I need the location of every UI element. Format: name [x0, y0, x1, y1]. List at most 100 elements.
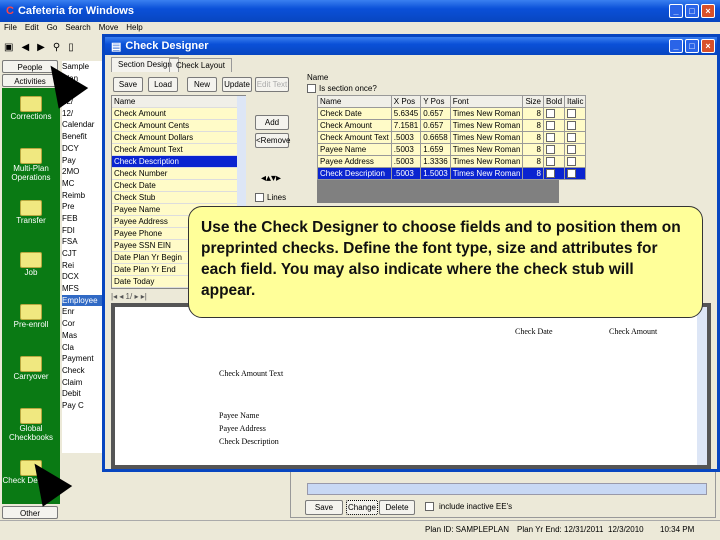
field-list-item[interactable]: Check Description [112, 156, 245, 168]
table-cell[interactable]: Times New Roman [449, 131, 524, 144]
tree-node[interactable]: Calendar [62, 119, 104, 131]
change-button[interactable]: Change [346, 500, 378, 515]
bold-checkbox[interactable] [542, 143, 566, 156]
other-button[interactable]: Other [2, 506, 58, 519]
open-icon[interactable]: ▣ [4, 42, 13, 53]
tree-node[interactable]: Benefit [62, 131, 104, 143]
table-row[interactable]: Check Description .5003 1.5003 Times New Ro… [317, 167, 587, 180]
tree-node[interactable]: Claim [62, 377, 104, 389]
table-cell[interactable]: 8 [522, 131, 544, 144]
tree-node[interactable]: MFS [62, 283, 104, 295]
tree-node[interactable]: DCY [62, 143, 104, 155]
table-cell[interactable]: .5003 [390, 167, 422, 180]
field-list-item[interactable]: Check Amount [112, 108, 245, 120]
field-list-item[interactable]: Check Stub [112, 192, 245, 204]
sidebar-item-multiplan[interactable]: Multi-Plan Operations [2, 140, 60, 192]
save-bottom-button[interactable]: Save [305, 500, 343, 515]
column-header[interactable]: X Pos [390, 95, 422, 108]
table-cell[interactable]: .5003 [390, 155, 422, 168]
table-cell[interactable]: Times New Roman [449, 155, 524, 168]
menu-go[interactable]: Go [47, 23, 58, 33]
menu-search[interactable]: Search [65, 23, 90, 33]
table-cell[interactable]: Check Amount [317, 119, 392, 132]
designer-maximize-button[interactable]: □ [685, 39, 699, 53]
delete-button[interactable]: Delete [379, 500, 415, 515]
sidebar-item-transfer[interactable]: Transfer [2, 192, 60, 244]
table-cell[interactable]: 8 [522, 155, 544, 168]
horizontal-scrollbar[interactable] [307, 483, 707, 495]
table-cell[interactable]: Times New Roman [449, 119, 524, 132]
italic-checkbox[interactable] [564, 119, 587, 132]
sidebar-item-global-checkbooks[interactable]: Global Checkbooks [2, 400, 60, 452]
table-row[interactable]: Check Amount Text .5003 0.6658 Times New Ro… [317, 131, 587, 144]
tree-node[interactable]: Debit [62, 388, 104, 400]
field-list-item[interactable]: Check Amount Cents [112, 120, 245, 132]
preview-amount-text[interactable]: Check Amount Text [219, 369, 283, 378]
find-icon[interactable]: ⚲ [53, 42, 60, 53]
section-once-checkbox[interactable] [307, 84, 316, 93]
table-row[interactable]: Payee Address .5003 1.3336 Times New Roman 8 [317, 155, 587, 168]
bold-checkbox[interactable] [542, 107, 566, 120]
bold-checkbox[interactable] [542, 131, 566, 144]
tree-node[interactable]: Employee [62, 294, 104, 307]
table-cell[interactable]: 1.3336 [420, 155, 451, 168]
include-inactive-checkbox[interactable] [425, 502, 434, 511]
menu-file[interactable]: File [4, 23, 17, 33]
field-list-item[interactable]: Check Amount Text [112, 144, 245, 156]
italic-checkbox[interactable] [564, 131, 587, 144]
italic-checkbox[interactable] [564, 155, 587, 168]
table-cell[interactable]: 8 [522, 167, 544, 180]
table-cell[interactable]: Times New Roman [449, 143, 524, 156]
table-row[interactable]: Check Date 5.6345 0.657 Times New Roman 8 [317, 107, 587, 120]
field-list-item[interactable]: Check Amount Dollars [112, 132, 245, 144]
add-button[interactable]: Add [255, 115, 289, 130]
preview-description[interactable]: Check Description [219, 437, 279, 446]
tree-node[interactable]: Mas [62, 330, 104, 342]
table-row[interactable]: Check Amount 7.1581 0.657 Times New Roman 8 [317, 119, 587, 132]
tree-node[interactable]: 12/ [62, 108, 104, 120]
tree-node[interactable]: Rei [62, 260, 104, 272]
bold-checkbox[interactable] [542, 155, 566, 168]
tree-node[interactable]: FDI [62, 225, 104, 237]
close-button[interactable]: × [701, 4, 715, 18]
tree-node[interactable]: Check [62, 365, 104, 377]
table-cell[interactable]: 0.6658 [420, 131, 451, 144]
designer-close-button[interactable]: × [701, 39, 715, 53]
tree-node[interactable]: FEB [62, 213, 104, 225]
table-cell[interactable]: 7.1581 [390, 119, 422, 132]
load-button[interactable]: Load [148, 77, 178, 92]
tree-node[interactable]: Cla [62, 342, 104, 354]
remove-button[interactable]: <Remove [255, 133, 290, 148]
table-cell[interactable]: Times New Roman [449, 107, 524, 120]
column-header[interactable]: Bold [542, 95, 566, 108]
record-navigator[interactable]: |◂ ◂ 1/ ▸ ▸| [111, 292, 191, 301]
tree-node[interactable]: Payment [62, 353, 104, 365]
tree-node[interactable]: Enr [62, 306, 104, 318]
table-cell[interactable]: .5003 [390, 131, 422, 144]
bold-checkbox[interactable] [542, 119, 566, 132]
preview-scrollbar[interactable] [697, 307, 707, 465]
table-cell[interactable]: Check Amount Text [317, 131, 392, 144]
designer-minimize-button[interactable]: _ [669, 39, 683, 53]
column-header[interactable]: Font [449, 95, 524, 108]
italic-checkbox[interactable] [564, 167, 587, 180]
forward-icon[interactable]: ▶ [37, 42, 45, 53]
new-icon[interactable]: ▯ [68, 42, 74, 53]
sidebar-item-preenroll[interactable]: Pre-enroll [2, 296, 60, 348]
tree-node[interactable]: Pre [62, 201, 104, 213]
column-header[interactable]: Y Pos [420, 95, 451, 108]
table-cell[interactable]: 0.657 [420, 107, 451, 120]
menu-edit[interactable]: Edit [25, 23, 39, 33]
update-button[interactable]: Update [222, 77, 252, 92]
sidebar-item-carryover[interactable]: Carryover [2, 348, 60, 400]
table-cell[interactable]: 1.5003 [420, 167, 451, 180]
back-icon[interactable]: ◀ [21, 42, 29, 53]
table-cell[interactable]: Check Date [317, 107, 392, 120]
minimize-button[interactable]: _ [669, 4, 683, 18]
tree-node[interactable]: DCX [62, 271, 104, 283]
table-cell[interactable]: 0.657 [420, 119, 451, 132]
table-cell[interactable]: Check Description [317, 167, 392, 180]
menu-help[interactable]: Help [126, 23, 142, 33]
bold-checkbox[interactable] [542, 167, 566, 180]
tree-view[interactable]: Sample Plan 2/12/12/Calendar Benefit DCY Pay 2… [62, 61, 104, 453]
